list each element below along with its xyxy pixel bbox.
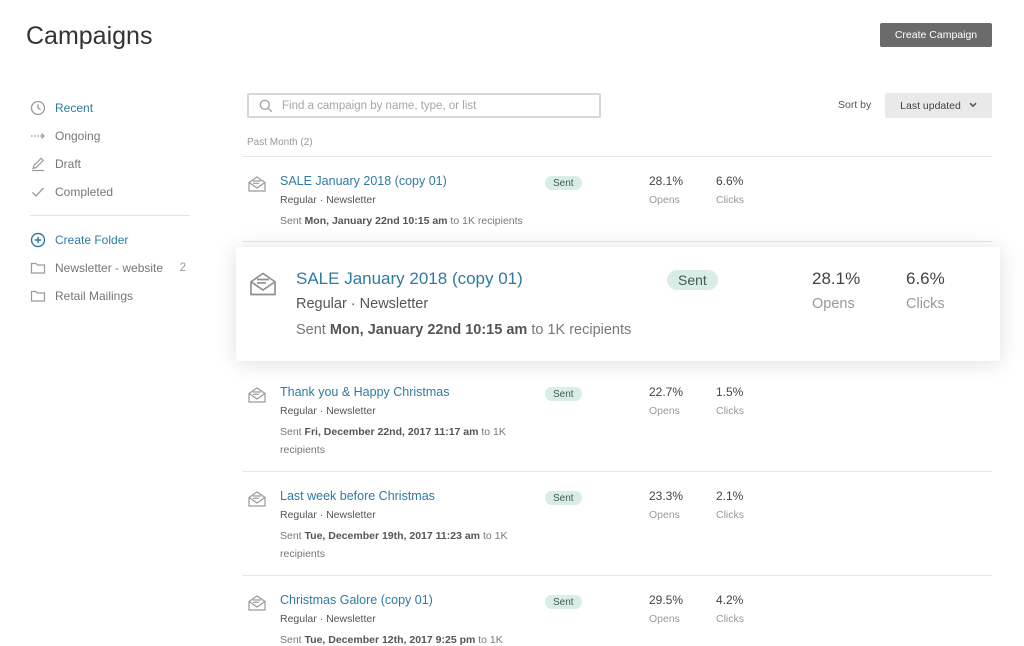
sidebar: Recent Ongoing Draft Completed Create Fo…: [30, 94, 190, 310]
sidebar-item-ongoing[interactable]: Ongoing: [30, 122, 190, 150]
clicks-value: 6.6%: [716, 174, 744, 188]
create-folder-button[interactable]: Create Folder: [30, 226, 190, 254]
campaign-type: Regular · Newsletter: [280, 194, 376, 206]
dashed-arrow-icon: [30, 128, 46, 144]
clicks-label: Clicks: [716, 405, 744, 417]
clicks-value: 1.5%: [716, 385, 744, 399]
campaign-type: Regular · Newsletter: [280, 405, 376, 417]
opens-label: Opens: [649, 194, 680, 206]
opens-value: 22.7%: [649, 385, 684, 399]
status-badge: Sent: [545, 491, 582, 505]
sidebar-item-label: Ongoing: [55, 129, 101, 143]
status-badge: Sent: [545, 595, 582, 609]
status-badge: Sent: [667, 270, 718, 290]
campaign-sent-info: Sent Mon, January 22nd 10:15 am to 1K re…: [280, 215, 523, 227]
clock-icon: [30, 100, 46, 116]
search-icon: [259, 99, 273, 113]
campaign-row[interactable]: Christmas Galore (copy 01) Regular · New…: [242, 576, 992, 646]
clicks-label: Clicks: [716, 509, 744, 521]
sidebar-divider: [30, 215, 190, 216]
plus-circle-icon: [30, 232, 46, 248]
campaign-title-link[interactable]: Thank you & Happy Christmas: [280, 385, 450, 399]
folder-icon: [30, 260, 46, 276]
campaign-title-link[interactable]: SALE January 2018 (copy 01): [296, 269, 523, 289]
pencil-icon: [30, 156, 46, 172]
chevron-down-icon: [969, 101, 977, 110]
sidebar-item-label: Draft: [55, 157, 82, 171]
section-label: Past Month (2): [247, 137, 313, 148]
campaign-title-link[interactable]: Christmas Galore (copy 01): [280, 593, 433, 607]
campaign-type: Regular · Newsletter: [280, 613, 376, 625]
campaign-sent-info: Sent Fri, December 22nd, 2017 11:17 am t…: [280, 426, 506, 456]
opens-label: Opens: [649, 613, 680, 625]
clicks-value: 6.6%: [906, 269, 945, 288]
sort-dropdown[interactable]: Last updated: [885, 93, 992, 118]
envelope-icon: [247, 593, 267, 613]
campaign-row[interactable]: Thank you & Happy Christmas Regular · Ne…: [242, 368, 992, 472]
search-box: [247, 93, 601, 118]
status-badge: Sent: [545, 176, 582, 190]
envelope-icon: [247, 174, 267, 194]
opens-value: 23.3%: [649, 489, 684, 503]
opens-label: Opens: [649, 405, 680, 417]
folder-item-newsletter-website[interactable]: Newsletter - website 2: [30, 254, 190, 282]
envelope-icon: [248, 269, 278, 299]
envelope-icon: [247, 385, 267, 405]
clicks-label: Clicks: [716, 613, 744, 625]
folder-label: Retail Mailings: [55, 289, 134, 303]
opens-label: Opens: [649, 509, 680, 521]
sort-label: Sort by: [838, 99, 872, 111]
folder-item-retail-mailings[interactable]: Retail Mailings: [30, 282, 190, 310]
campaign-sent-info: Sent Tue, December 12th, 2017 9:25 pm to…: [280, 634, 503, 646]
folder-icon: [30, 288, 46, 304]
campaign-title-link[interactable]: Last week before Christmas: [280, 489, 435, 503]
campaign-row[interactable]: SALE January 2018 (copy 01) Regular · Ne…: [242, 157, 992, 242]
status-badge: Sent: [545, 387, 582, 401]
opens-label: Opens: [812, 296, 855, 312]
page-title: Campaigns: [26, 22, 153, 50]
sidebar-item-draft[interactable]: Draft: [30, 150, 190, 178]
campaign-type: Regular · Newsletter: [296, 296, 429, 312]
campaign-type: Regular · Newsletter: [280, 509, 376, 521]
campaign-row[interactable]: Last week before Christmas Regular · New…: [242, 472, 992, 576]
clicks-value: 4.2%: [716, 593, 744, 607]
campaign-title-link[interactable]: SALE January 2018 (copy 01): [280, 174, 447, 188]
create-folder-label: Create Folder: [55, 233, 129, 247]
sidebar-item-completed[interactable]: Completed: [30, 178, 190, 206]
clicks-value: 2.1%: [716, 489, 744, 503]
sort-value: Last updated: [900, 99, 961, 112]
opens-value: 28.1%: [649, 174, 684, 188]
sidebar-item-label: Completed: [55, 185, 114, 199]
clicks-label: Clicks: [906, 296, 945, 312]
create-campaign-button[interactable]: Create Campaign: [880, 23, 992, 47]
checkmark-icon: [30, 184, 46, 200]
search-input[interactable]: [282, 99, 599, 112]
clicks-label: Clicks: [716, 194, 744, 206]
opens-value: 29.5%: [649, 593, 684, 607]
sidebar-item-recent[interactable]: Recent: [30, 94, 190, 122]
sidebar-item-label: Recent: [55, 101, 94, 115]
folder-count: 2: [179, 262, 186, 274]
opens-value: 28.1%: [812, 269, 861, 288]
campaign-sent-info: Sent Mon, January 22nd 10:15 am to 1K re…: [296, 322, 632, 338]
highlighted-campaign-card[interactable]: SALE January 2018 (copy 01) Regular · Ne…: [236, 247, 1000, 361]
folder-label: Newsletter - website: [55, 261, 164, 275]
campaign-sent-info: Sent Tue, December 19th, 2017 11:23 am t…: [280, 530, 508, 560]
envelope-icon: [247, 489, 267, 509]
